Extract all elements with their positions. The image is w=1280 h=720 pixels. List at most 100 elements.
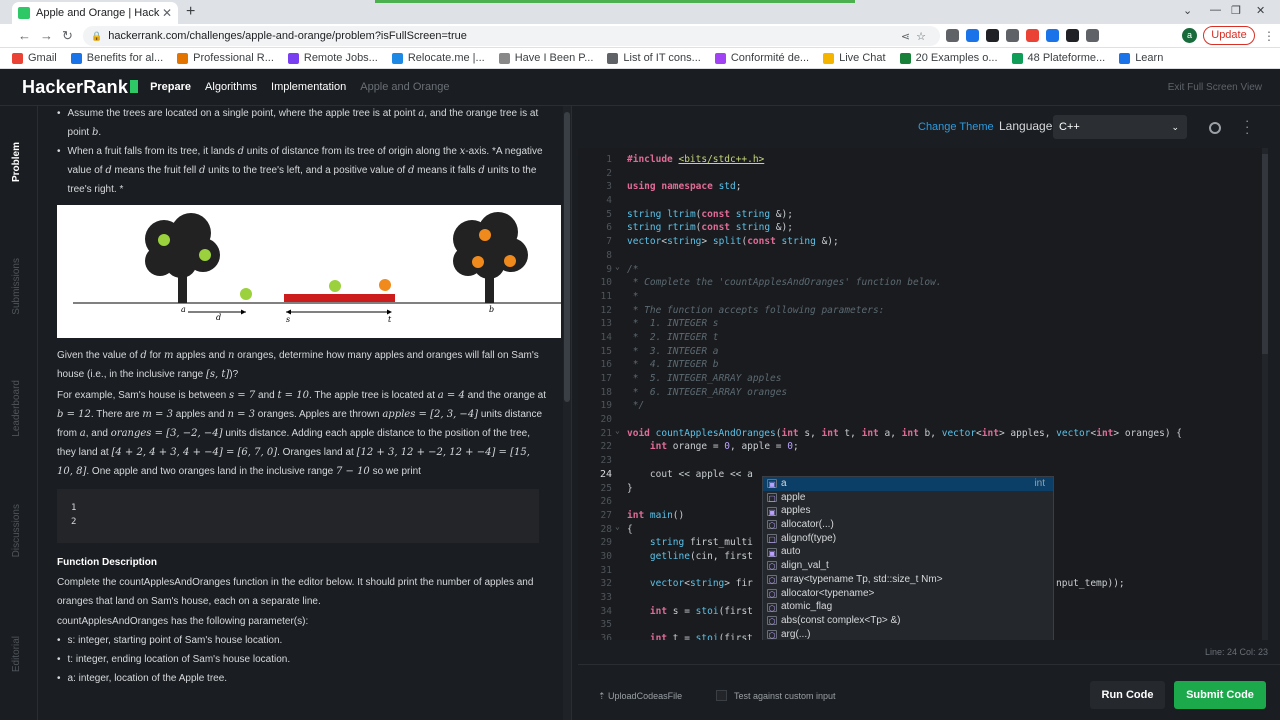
tab-search-icon[interactable]: ⌄ <box>1183 4 1192 17</box>
breadcrumb-algorithms[interactable]: Algorithms <box>205 81 257 93</box>
code-line[interactable]: /* <box>627 263 1182 277</box>
extension-icon[interactable] <box>946 29 959 42</box>
exit-fullscreen-link[interactable]: Exit Full Screen View <box>1168 82 1262 93</box>
autocomplete-item[interactable]: ⬡ abs(const complex<Tp> &) <box>763 614 1053 628</box>
fold-icon[interactable]: ⌄ <box>615 426 620 435</box>
code-line[interactable] <box>627 194 1182 208</box>
share-star-icons[interactable]: ⋖☆ <box>901 30 932 43</box>
autocomplete-item[interactable]: ▢ alignof(type) <box>763 532 1053 546</box>
fold-icon[interactable]: ⌄ <box>615 262 620 271</box>
browser-tab[interactable]: Apple and Orange | Hack ✕ <box>12 2 178 24</box>
code-line[interactable] <box>627 249 1182 263</box>
reload-icon[interactable]: ↻ <box>62 28 73 44</box>
sidepanel-icon[interactable] <box>1086 29 1099 42</box>
code-line[interactable]: * 3. INTEGER a <box>627 345 1182 359</box>
history-icon[interactable] <box>1209 122 1221 134</box>
line-number: 3 <box>606 181 612 193</box>
autocomplete-item[interactable]: ⬡ arg(...) <box>763 628 1053 640</box>
bookmark-item[interactable]: List of IT cons... <box>607 52 701 64</box>
code-line[interactable]: int orange = 0, apple = 0; <box>627 440 1182 454</box>
fold-icon[interactable]: ⌄ <box>615 522 620 531</box>
code-line[interactable]: string ltrim(const string &); <box>627 208 1182 222</box>
breadcrumb-implementation[interactable]: Implementation <box>271 81 346 93</box>
autocomplete-item[interactable]: ▢ apple <box>763 491 1053 505</box>
code-line[interactable]: * 6. INTEGER_ARRAY oranges <box>627 386 1182 400</box>
code-line[interactable] <box>627 454 1182 468</box>
extension-icon[interactable] <box>1026 29 1039 42</box>
code-line[interactable]: */ <box>627 399 1182 413</box>
extension-icon[interactable] <box>986 29 999 42</box>
bookmark-favicon-icon <box>498 52 510 64</box>
submit-code-button[interactable]: Submit Code <box>1174 681 1266 709</box>
house-range-bar <box>284 294 395 302</box>
maximize-icon[interactable]: ❐ <box>1231 4 1241 17</box>
tab-discussions[interactable]: Discussions <box>11 504 22 557</box>
code-line[interactable]: * 4. INTEGER b <box>627 358 1182 372</box>
tab-leaderboard[interactable]: Leaderboard <box>11 380 22 437</box>
bookmark-item[interactable]: Professional R... <box>177 52 274 64</box>
code-line[interactable]: void countApplesAndOranges(int s, int t,… <box>627 427 1182 441</box>
bookmark-item[interactable]: Benefits for al... <box>70 52 163 64</box>
autocomplete-item[interactable]: ⬡ allocator(...) <box>763 518 1053 532</box>
extension-icon[interactable] <box>1046 29 1059 42</box>
code-line[interactable]: using namespace std; <box>627 180 1182 194</box>
code-line[interactable]: * 5. INTEGER_ARRAY apples <box>627 372 1182 386</box>
tab-problem[interactable]: Problem <box>11 142 22 182</box>
update-button[interactable]: Update <box>1203 26 1255 45</box>
bookmark-item[interactable]: Live Chat <box>823 52 886 64</box>
autocomplete-item[interactable]: ⬡ atomic_flag <box>763 600 1053 614</box>
bookmark-item[interactable]: 48 Plateforme... <box>1011 52 1105 64</box>
url-bar[interactable]: 🔒 hackerrank.com/challenges/apple-and-or… <box>83 26 940 46</box>
language-select[interactable]: ⌄ C++ <box>1053 115 1187 139</box>
breadcrumb-prepare[interactable]: Prepare <box>150 81 191 93</box>
close-tab-icon[interactable]: ✕ <box>162 6 172 20</box>
text-run: apples and <box>172 409 228 420</box>
forward-icon[interactable]: → <box>40 28 53 44</box>
custom-input-checkbox[interactable] <box>716 690 727 701</box>
bookmark-item[interactable]: Gmail <box>12 52 57 64</box>
bookmark-item[interactable]: Have I Been P... <box>498 52 593 64</box>
chrome-menu-icon[interactable]: ⋮ <box>1263 29 1275 43</box>
back-icon[interactable]: ← <box>18 28 31 44</box>
change-theme-link[interactable]: Change Theme <box>918 121 994 133</box>
code-line[interactable]: * The function accepts following paramet… <box>627 304 1182 318</box>
editor-scrollbar[interactable] <box>1262 148 1268 640</box>
code-line[interactable]: string rtrim(const string &); <box>627 221 1182 235</box>
code-line[interactable]: vector<string> split(const string &); <box>627 235 1182 249</box>
bookmark-item[interactable]: Relocate.me |... <box>391 52 485 64</box>
autocomplete-item[interactable]: ▣ auto <box>763 545 1053 559</box>
tab-editorial[interactable]: Editorial <box>11 636 22 672</box>
more-options-icon[interactable]: · · · <box>1245 114 1249 139</box>
tab-submissions[interactable]: Submissions <box>11 258 22 315</box>
code-line[interactable]: * Complete the 'countApplesAndOranges' f… <box>627 276 1182 290</box>
code-line[interactable]: * 1. INTEGER s <box>627 317 1182 331</box>
autocomplete-item[interactable]: ⬡ array<typename Tp, std::size_t Nm> <box>763 573 1053 587</box>
bookmark-item[interactable]: Conformité de... <box>714 52 809 64</box>
bookmark-item[interactable]: Remote Jobs... <box>287 52 378 64</box>
line-number: 25 <box>600 482 612 494</box>
problem-scrollbar[interactable] <box>563 106 571 720</box>
close-window-icon[interactable]: ✕ <box>1256 4 1265 17</box>
code-line[interactable] <box>627 167 1182 181</box>
puzzle-icon[interactable] <box>1066 29 1079 42</box>
hackerrank-logo[interactable]: HackerRank <box>22 77 139 98</box>
profile-avatar[interactable]: a <box>1182 28 1197 43</box>
bookmark-item[interactable]: 20 Examples o... <box>899 52 998 64</box>
autocomplete-item[interactable]: ⬡ allocator<typename> <box>763 587 1053 601</box>
autocomplete-item[interactable]: ⬡ align_val_t <box>763 559 1053 573</box>
code-line[interactable]: * <box>627 290 1182 304</box>
code-line[interactable]: #include <bits/stdc++.h> <box>627 153 1182 167</box>
extension-icon[interactable] <box>1006 29 1019 42</box>
code-line[interactable] <box>627 413 1182 427</box>
autocomplete-item[interactable]: ▣ a int <box>763 477 1053 491</box>
code-line[interactable]: * 2. INTEGER t <box>627 331 1182 345</box>
new-tab-icon[interactable]: + <box>186 3 195 21</box>
bookmark-item[interactable]: Learn <box>1119 52 1163 64</box>
pane-splitter[interactable] <box>571 106 578 720</box>
autocomplete-item[interactable]: ▣ apples <box>763 504 1053 518</box>
minimize-icon[interactable]: — <box>1210 4 1221 16</box>
extension-icon[interactable] <box>966 29 979 42</box>
upload-code-link[interactable]: ⇡ UploadCodeasFile <box>598 691 682 702</box>
run-code-button[interactable]: Run Code <box>1090 681 1165 709</box>
autocomplete-label: apple <box>781 491 806 503</box>
